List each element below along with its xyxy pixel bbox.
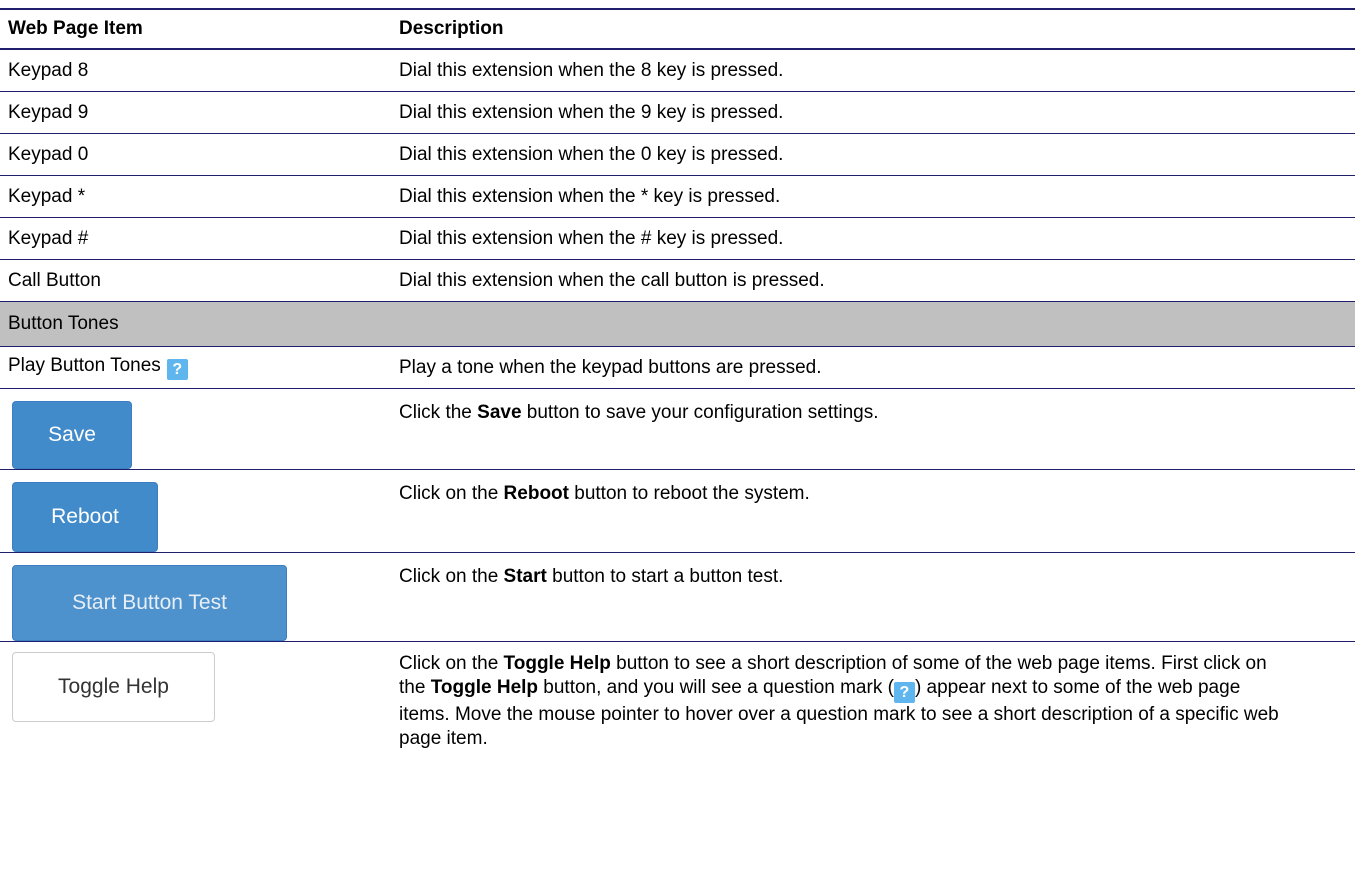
button-cell: Reboot (0, 469, 391, 553)
desc-text: button to reboot the system. (568, 483, 810, 504)
desc-bold: Start (503, 566, 547, 587)
description-cell: Dial this extension when the 0 key is pr… (391, 133, 1355, 176)
table-row: Keypad 0 Dial this extension when the 0 … (0, 133, 1355, 176)
desc-text: Click on the (399, 483, 504, 504)
description-cell: Dial this extension when the # key is pr… (391, 217, 1355, 260)
table-row: Keypad * Dial this extension when the * … (0, 175, 1355, 218)
description-cell: Dial this extension when the 9 key is pr… (391, 91, 1355, 134)
desc-bold: Toggle Help (503, 653, 611, 674)
table-row: Keypad 9 Dial this extension when the 9 … (0, 91, 1355, 134)
toggle-help-button[interactable]: Toggle Help (12, 652, 215, 722)
description-cell: Dial this extension when the * key is pr… (391, 175, 1355, 218)
table-row-play-button-tones: Play Button Tones? Play a tone when the … (0, 346, 1355, 389)
table-row: Keypad 8 Dial this extension when the 8 … (0, 49, 1355, 92)
button-cell: Save (0, 388, 391, 470)
description-cell: Click on the Start button to start a but… (391, 552, 1355, 642)
item-cell: Keypad 8 (0, 49, 391, 92)
desc-bold: Reboot (503, 483, 569, 504)
desc-text: button to start a button test. (546, 566, 784, 587)
desc-bold: Save (477, 402, 522, 423)
web-page-items-table: Web Page Item Description Keypad 8 Dial … (0, 8, 1355, 772)
item-cell: Keypad 0 (0, 133, 391, 176)
item-cell: Keypad # (0, 217, 391, 260)
desc-text: Click on the (399, 653, 504, 674)
start-button-test-button[interactable]: Start Button Test (12, 565, 287, 641)
play-button-tones-label: Play Button Tones (8, 355, 161, 376)
header-web-page-item: Web Page Item (0, 8, 391, 50)
section-label: Button Tones (0, 301, 1355, 347)
table-row-reboot: Reboot Click on the Reboot button to reb… (0, 469, 1355, 553)
section-row-button-tones: Button Tones (0, 301, 1355, 347)
description-cell: Click on the Toggle Help button to see a… (391, 642, 1355, 773)
help-question-icon: ? (893, 682, 915, 703)
desc-text: button, and you will see a question mark… (538, 677, 894, 698)
desc-bold: Toggle Help (430, 677, 539, 698)
help-question-icon[interactable]: ? (166, 359, 188, 380)
item-cell: Keypad 9 (0, 91, 391, 134)
table-row-save: Save Click the Save button to save your … (0, 388, 1355, 470)
table-row-start-button-test: Start Button Test Click on the Start but… (0, 552, 1355, 642)
header-description: Description (391, 8, 1355, 50)
description-cell: Click on the Reboot button to reboot the… (391, 469, 1355, 553)
desc-text: Click the (399, 402, 478, 423)
description-cell: Click the Save button to save your confi… (391, 388, 1355, 470)
table-row: Call Button Dial this extension when the… (0, 259, 1355, 302)
button-cell: Start Button Test (0, 552, 391, 642)
item-cell: Play Button Tones? (0, 346, 391, 389)
reboot-button[interactable]: Reboot (12, 482, 158, 552)
table-row-toggle-help: Toggle Help Click on the Toggle Help but… (0, 642, 1355, 773)
desc-text: Click on the (399, 566, 504, 587)
item-cell: Call Button (0, 259, 391, 302)
button-cell: Toggle Help (0, 642, 391, 773)
table-row: Keypad # Dial this extension when the # … (0, 217, 1355, 260)
description-cell: Dial this extension when the call button… (391, 259, 1355, 302)
item-cell: Keypad * (0, 175, 391, 218)
save-button[interactable]: Save (12, 401, 132, 469)
table-header-row: Web Page Item Description (0, 8, 1355, 50)
desc-text: button to save your configuration settin… (521, 402, 879, 423)
description-cell: Dial this extension when the 8 key is pr… (391, 49, 1355, 92)
description-cell: Play a tone when the keypad buttons are … (391, 346, 1355, 389)
